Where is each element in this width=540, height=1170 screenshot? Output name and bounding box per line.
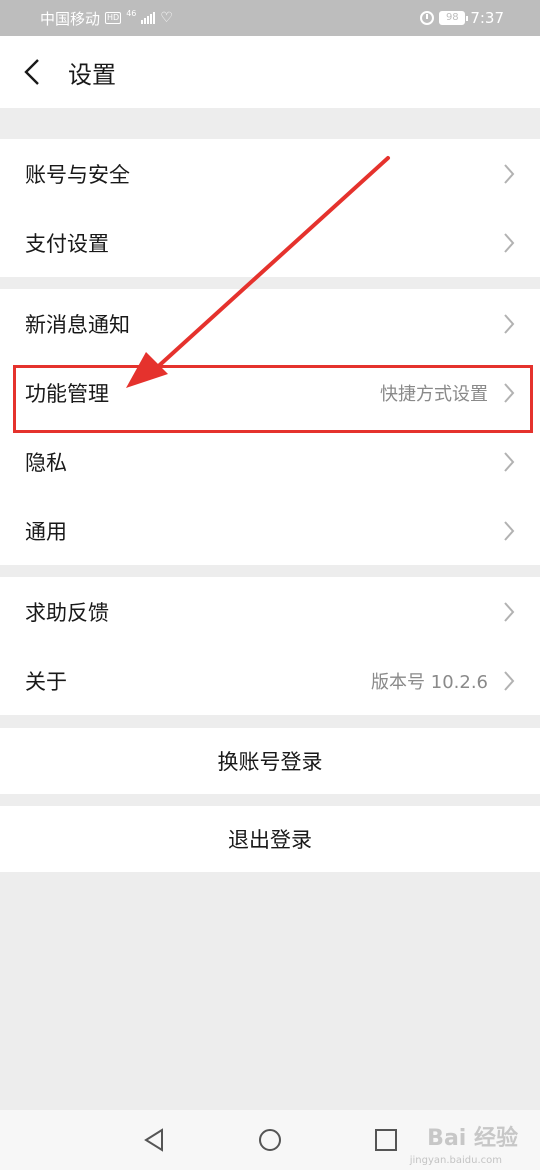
- signal-icon: [141, 12, 156, 24]
- chevron-right-icon: [502, 381, 516, 405]
- status-left: 中国移动 HD 46 ♡: [40, 8, 173, 29]
- chevron-left-icon: [24, 59, 39, 85]
- settings-item-about[interactable]: 关于 版本号 10.2.6: [0, 646, 540, 715]
- settings-item-value: 版本号 10.2.6: [371, 671, 488, 693]
- page-title: 设置: [68, 60, 116, 89]
- status-bar: 中国移动 HD 46 ♡ 98 7:37: [0, 0, 540, 36]
- settings-item-label: 支付设置: [25, 231, 109, 256]
- settings-item-value: 快捷方式设置: [380, 383, 488, 405]
- health-heart-icon: ♡: [160, 10, 173, 26]
- settings-item-account-security[interactable]: 账号与安全: [0, 139, 540, 208]
- settings-item-label: 新消息通知: [25, 312, 130, 337]
- nav-header: 设置: [0, 36, 540, 108]
- settings-item-feature-management[interactable]: 功能管理 快捷方式设置: [0, 358, 540, 427]
- settings-item-label: 隐私: [25, 450, 67, 475]
- settings-group-account: 账号与安全 支付设置: [0, 139, 540, 277]
- hd-icon: HD: [105, 12, 122, 24]
- chevron-right-icon: [502, 231, 516, 255]
- settings-item-general[interactable]: 通用: [0, 496, 540, 565]
- chevron-right-icon: [502, 450, 516, 474]
- chevron-right-icon: [502, 519, 516, 543]
- battery-icon: 98: [439, 11, 469, 25]
- nav-home-icon[interactable]: [257, 1127, 283, 1153]
- clock: 7:37: [470, 9, 504, 27]
- back-button[interactable]: [0, 36, 64, 108]
- chevron-right-icon: [502, 162, 516, 186]
- watermark-logo: Bai 经验: [427, 1126, 518, 1151]
- settings-item-help-feedback[interactable]: 求助反馈: [0, 577, 540, 646]
- watermark-url: jingyan.baidu.com: [409, 1155, 502, 1166]
- chevron-right-icon: [502, 600, 516, 624]
- settings-item-payment[interactable]: 支付设置: [0, 208, 540, 277]
- settings-item-label: 求助反馈: [25, 600, 109, 625]
- network-type-label: 46: [126, 8, 137, 18]
- settings-item-notifications[interactable]: 新消息通知: [0, 289, 540, 358]
- logout-button[interactable]: 退出登录: [0, 806, 540, 872]
- settings-item-label: 通用: [25, 519, 67, 544]
- nav-recents-icon[interactable]: [373, 1127, 399, 1153]
- chevron-right-icon: [502, 669, 516, 693]
- settings-item-privacy[interactable]: 隐私: [0, 427, 540, 496]
- settings-item-label: 账号与安全: [25, 162, 130, 187]
- settings-item-label: 功能管理: [25, 381, 109, 406]
- settings-group-help: 求助反馈 关于 版本号 10.2.6: [0, 577, 540, 715]
- chevron-right-icon: [502, 312, 516, 336]
- battery-level: 98: [445, 12, 459, 23]
- switch-account-button[interactable]: 换账号登录: [0, 728, 540, 794]
- carrier-label: 中国移动: [40, 9, 101, 28]
- nav-back-icon[interactable]: [141, 1127, 167, 1153]
- settings-item-label: 关于: [25, 669, 67, 694]
- status-right: 98 7:37: [420, 9, 504, 27]
- alarm-icon: [420, 11, 435, 25]
- settings-group-functions: 新消息通知 功能管理 快捷方式设置 隐私 通用: [0, 289, 540, 565]
